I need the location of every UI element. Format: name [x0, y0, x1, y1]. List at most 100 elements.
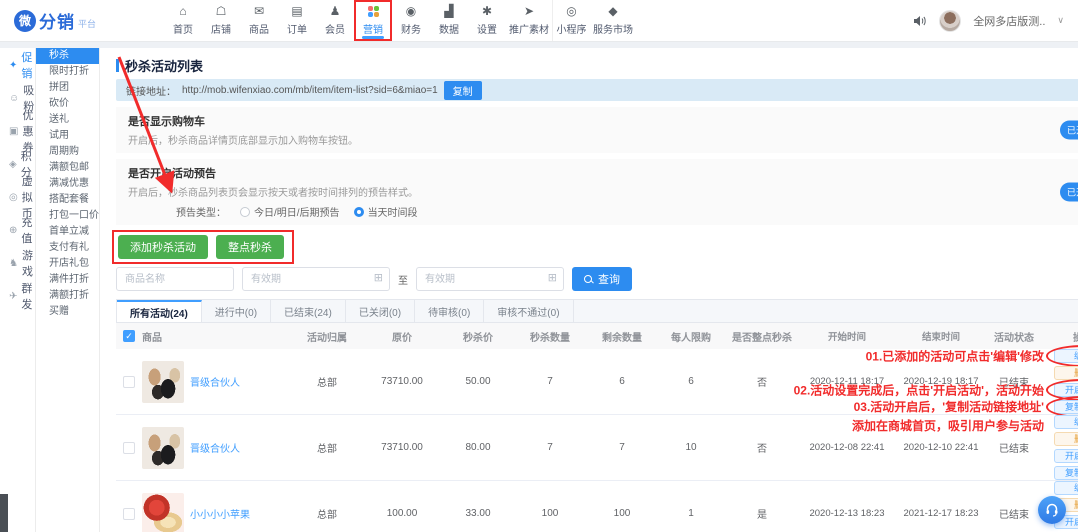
status-tabs: 所有活动(24) 进行中(0) 已结束(24) 已关闭(0) 待审核(0) 审核…	[116, 299, 1078, 323]
app-logo: 微 分销 平台	[14, 8, 164, 33]
submenu-bargain[interactable]: 砍价	[36, 96, 99, 112]
search-icon	[584, 275, 593, 284]
product-name-input[interactable]	[116, 267, 234, 291]
notice-setting-card: 是否开启活动预告 开启后，秒杀商品列表页会显示按天或者按时间排列的预告样式。 预…	[116, 159, 1078, 225]
sidebar-item-game[interactable]: ♞游戏	[0, 252, 35, 274]
title-accent-bar	[116, 59, 119, 72]
submenu-limited-discount[interactable]: 限时打折	[36, 64, 99, 80]
submenu-store-gift[interactable]: 开店礼包	[36, 256, 99, 272]
nav-item-settings[interactable]: ✱ 设置	[468, 0, 506, 41]
nav-item-marketing-active[interactable]: 营销	[354, 0, 392, 41]
customer-service-button[interactable]	[1038, 496, 1066, 524]
nav-item-order[interactable]: ▤ 订单	[278, 0, 316, 41]
copy-link-button[interactable]: 复制链接	[1054, 466, 1078, 480]
cart-setting-card: 是否显示购物车 开启后，秒杀商品详情页底部显示加入购物车按钮。 已开启	[116, 107, 1078, 153]
select-all-checkbox[interactable]: ✓	[123, 330, 135, 342]
finance-icon: ◉	[406, 5, 416, 18]
nav-item-miniapp[interactable]: ◎ 小程序	[552, 0, 590, 41]
row-checkbox[interactable]	[123, 442, 135, 454]
headset-icon	[1044, 502, 1060, 518]
nav-item-member[interactable]: ♟ 会员	[316, 0, 354, 41]
product-name-link[interactable]: 晋级合伙人	[190, 440, 240, 455]
submenu-trial[interactable]: 试用	[36, 128, 99, 144]
sidebar-item-points[interactable]: ◈积分	[0, 153, 35, 175]
table-row: 晋级合伙人 总部 73710.00 50.00 7 6 6 否 2020-12-…	[116, 349, 1078, 415]
sidebar-item-coupon[interactable]: ▣优惠券	[0, 120, 35, 142]
sidebar-item-promotion[interactable]: ✦促销	[0, 54, 35, 76]
row-checkbox[interactable]	[123, 376, 135, 388]
user-name[interactable]: 全网多店版测..	[973, 13, 1045, 29]
submenu-first-order[interactable]: 首单立减	[36, 224, 99, 240]
nav-item-home[interactable]: ⌂ 首页	[164, 0, 202, 41]
notice-setting-desc: 开启后，秒杀商品列表页会显示按天或者按时间排列的预告样式。	[128, 184, 1078, 199]
tab-all-activities[interactable]: 所有活动(24)	[117, 300, 202, 322]
tab-closed[interactable]: 已关闭(0)	[346, 300, 415, 322]
copy-link-button[interactable]: 复制链接	[1054, 400, 1078, 414]
notice-toggle[interactable]: 已开启	[1060, 183, 1078, 202]
edit-button[interactable]: 编辑	[1054, 481, 1078, 495]
product-icon: ✉	[254, 5, 264, 18]
submenu-bundle-price[interactable]: 打包一口价	[36, 208, 99, 224]
speaker-icon[interactable]	[913, 15, 927, 27]
link-url: http://mob.wifenxiao.com/mb/item/item-li…	[182, 85, 438, 96]
search-button[interactable]: 查询	[572, 267, 632, 291]
annotation-note-2: 02.活动设置完成后，点击'开启活动'，活动开始	[794, 382, 1044, 399]
submenu-buy-gift[interactable]: 买赠	[36, 304, 99, 320]
date-range-separator: 至	[398, 272, 408, 287]
service-market-icon: ◆	[608, 5, 617, 18]
tab-pending-review[interactable]: 待审核(0)	[415, 300, 484, 322]
sidebar-item-recharge[interactable]: ⊕充值	[0, 219, 35, 241]
submenu-pay-gift[interactable]: 支付有礼	[36, 240, 99, 256]
logo-badge: 微	[14, 10, 36, 32]
nav-item-finance[interactable]: ◉ 财务	[392, 0, 430, 41]
tab-review-failed[interactable]: 审核不通过(0)	[484, 300, 573, 322]
delete-button[interactable]: 删除	[1054, 432, 1078, 446]
row-checkbox[interactable]	[123, 508, 135, 520]
submenu-full-discount[interactable]: 满减优惠	[36, 176, 99, 192]
status-badge: 已结束	[988, 440, 1040, 455]
add-seckill-button[interactable]: 添加秒杀活动	[118, 235, 208, 259]
edit-button[interactable]: 编辑	[1054, 415, 1078, 429]
nav-item-service-market[interactable]: ◆ 服务市场	[590, 0, 636, 41]
start-activity-button[interactable]: 开启活动	[1054, 449, 1078, 463]
end-date-input[interactable]	[416, 267, 564, 291]
submenu-qty-discount[interactable]: 满件打折	[36, 272, 99, 288]
submenu-free-shipping[interactable]: 满额包邮	[36, 160, 99, 176]
user-avatar[interactable]	[939, 10, 961, 32]
cart-toggle[interactable]: 已开启	[1060, 121, 1078, 140]
submenu-combo[interactable]: 搭配套餐	[36, 192, 99, 208]
chevron-down-icon[interactable]: ∨	[1057, 15, 1064, 26]
member-icon: ♟	[330, 5, 341, 18]
start-date-input[interactable]	[242, 267, 390, 291]
radio-circle-icon	[240, 207, 250, 217]
copy-link-button[interactable]: 复制	[444, 81, 482, 100]
order-icon: ▤	[291, 5, 302, 18]
tab-in-progress[interactable]: 进行中(0)	[202, 300, 271, 322]
nav-item-product[interactable]: ✉ 商品	[240, 0, 278, 41]
product-name-link[interactable]: 晋级合伙人	[190, 374, 240, 389]
sidebar-item-virtual-coin[interactable]: ◎虚拟币	[0, 186, 35, 208]
submenu-seckill[interactable]: 秒杀	[36, 48, 99, 64]
submenu-gift[interactable]: 送礼	[36, 112, 99, 128]
submenu-group-buy[interactable]: 拼团	[36, 80, 99, 96]
nav-item-store[interactable]: ☖ 店铺	[202, 0, 240, 41]
radio-same-day[interactable]: 当天时间段	[354, 204, 418, 219]
submenu-amount-discount[interactable]: 满额打折	[36, 288, 99, 304]
marketing-grid-icon	[368, 5, 379, 18]
table-header: ✓ 商品 活动归属 原价 秒杀价 秒杀数量 剩余数量 每人限购 是否整点秒杀 开…	[116, 323, 1078, 349]
product-image	[142, 427, 184, 469]
delete-button[interactable]: 删除	[1054, 366, 1078, 380]
nav-item-promo-material[interactable]: ➤ 推广素材	[506, 0, 552, 41]
sidebar-item-fans[interactable]: ☺吸粉	[0, 87, 35, 109]
start-activity-button[interactable]: 开启活动	[1054, 383, 1078, 397]
sidebar-item-mass-send[interactable]: ✈群发	[0, 285, 35, 307]
tab-ended[interactable]: 已结束(24)	[271, 300, 346, 322]
edit-button[interactable]: 编辑	[1054, 349, 1078, 363]
filter-row: ⊞ 至 ⊞ 查询	[116, 267, 1078, 291]
product-name-link[interactable]: 小小小小苹果	[190, 506, 250, 521]
hourly-seckill-button[interactable]: 整点秒杀	[216, 235, 284, 259]
nav-item-data[interactable]: ▟ 数据	[430, 0, 468, 41]
submenu-cycle-buy[interactable]: 周期购	[36, 144, 99, 160]
radio-today-tomorrow[interactable]: 今日/明日/后期预告	[240, 204, 340, 219]
points-icon: ◈	[9, 159, 17, 170]
